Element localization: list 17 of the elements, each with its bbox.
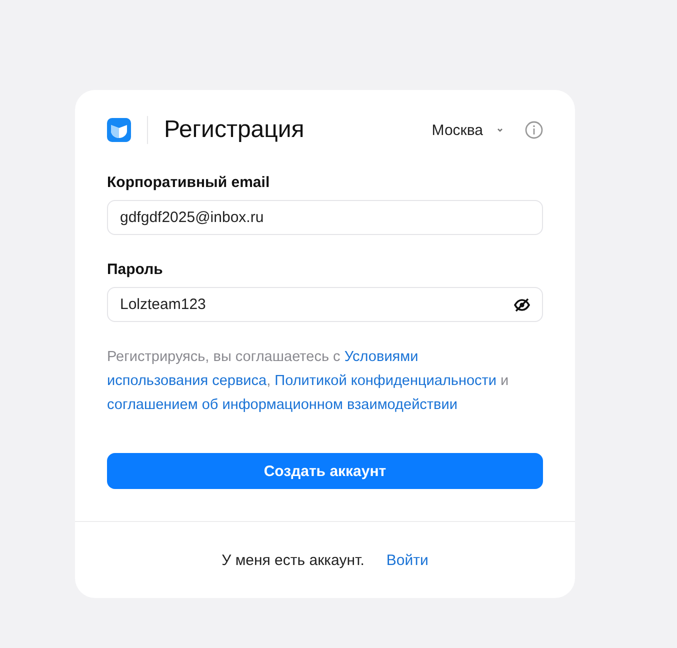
terms-link[interactable]: соглашением об информационном взаимодействии	[107, 397, 458, 413]
consent-text: Регистрируясь, вы соглашаетесь с Условиями использования сервиса, Политикой конфиденциальности и соглашением об информационном взаимодействии	[107, 348, 510, 415]
account-prompt: У меня есть аккаунт.	[222, 552, 364, 568]
logo-icon	[107, 118, 131, 142]
eye-slash-icon[interactable]	[513, 296, 531, 314]
terms-link[interactable]: Условиями	[344, 349, 418, 365]
password-field[interactable]: Lolzteam123	[107, 287, 543, 322]
field-label: Корпоративный email	[107, 174, 271, 191]
city-dropdown[interactable]: Москва	[432, 122, 505, 138]
terms-link[interactable]: использования сервиса	[107, 373, 267, 389]
field-label: Пароль	[107, 261, 164, 278]
email-field[interactable]: gdfgdf2025@inbox.ru	[107, 200, 543, 235]
terms-link[interactable]: Политикой конфиденциальности	[274, 373, 497, 389]
page-title: Регистрация	[164, 116, 306, 144]
login-link[interactable]: Войти	[386, 552, 428, 568]
create-account-button[interactable]: Создать аккаунт	[107, 453, 543, 489]
info-icon[interactable]	[525, 121, 543, 139]
